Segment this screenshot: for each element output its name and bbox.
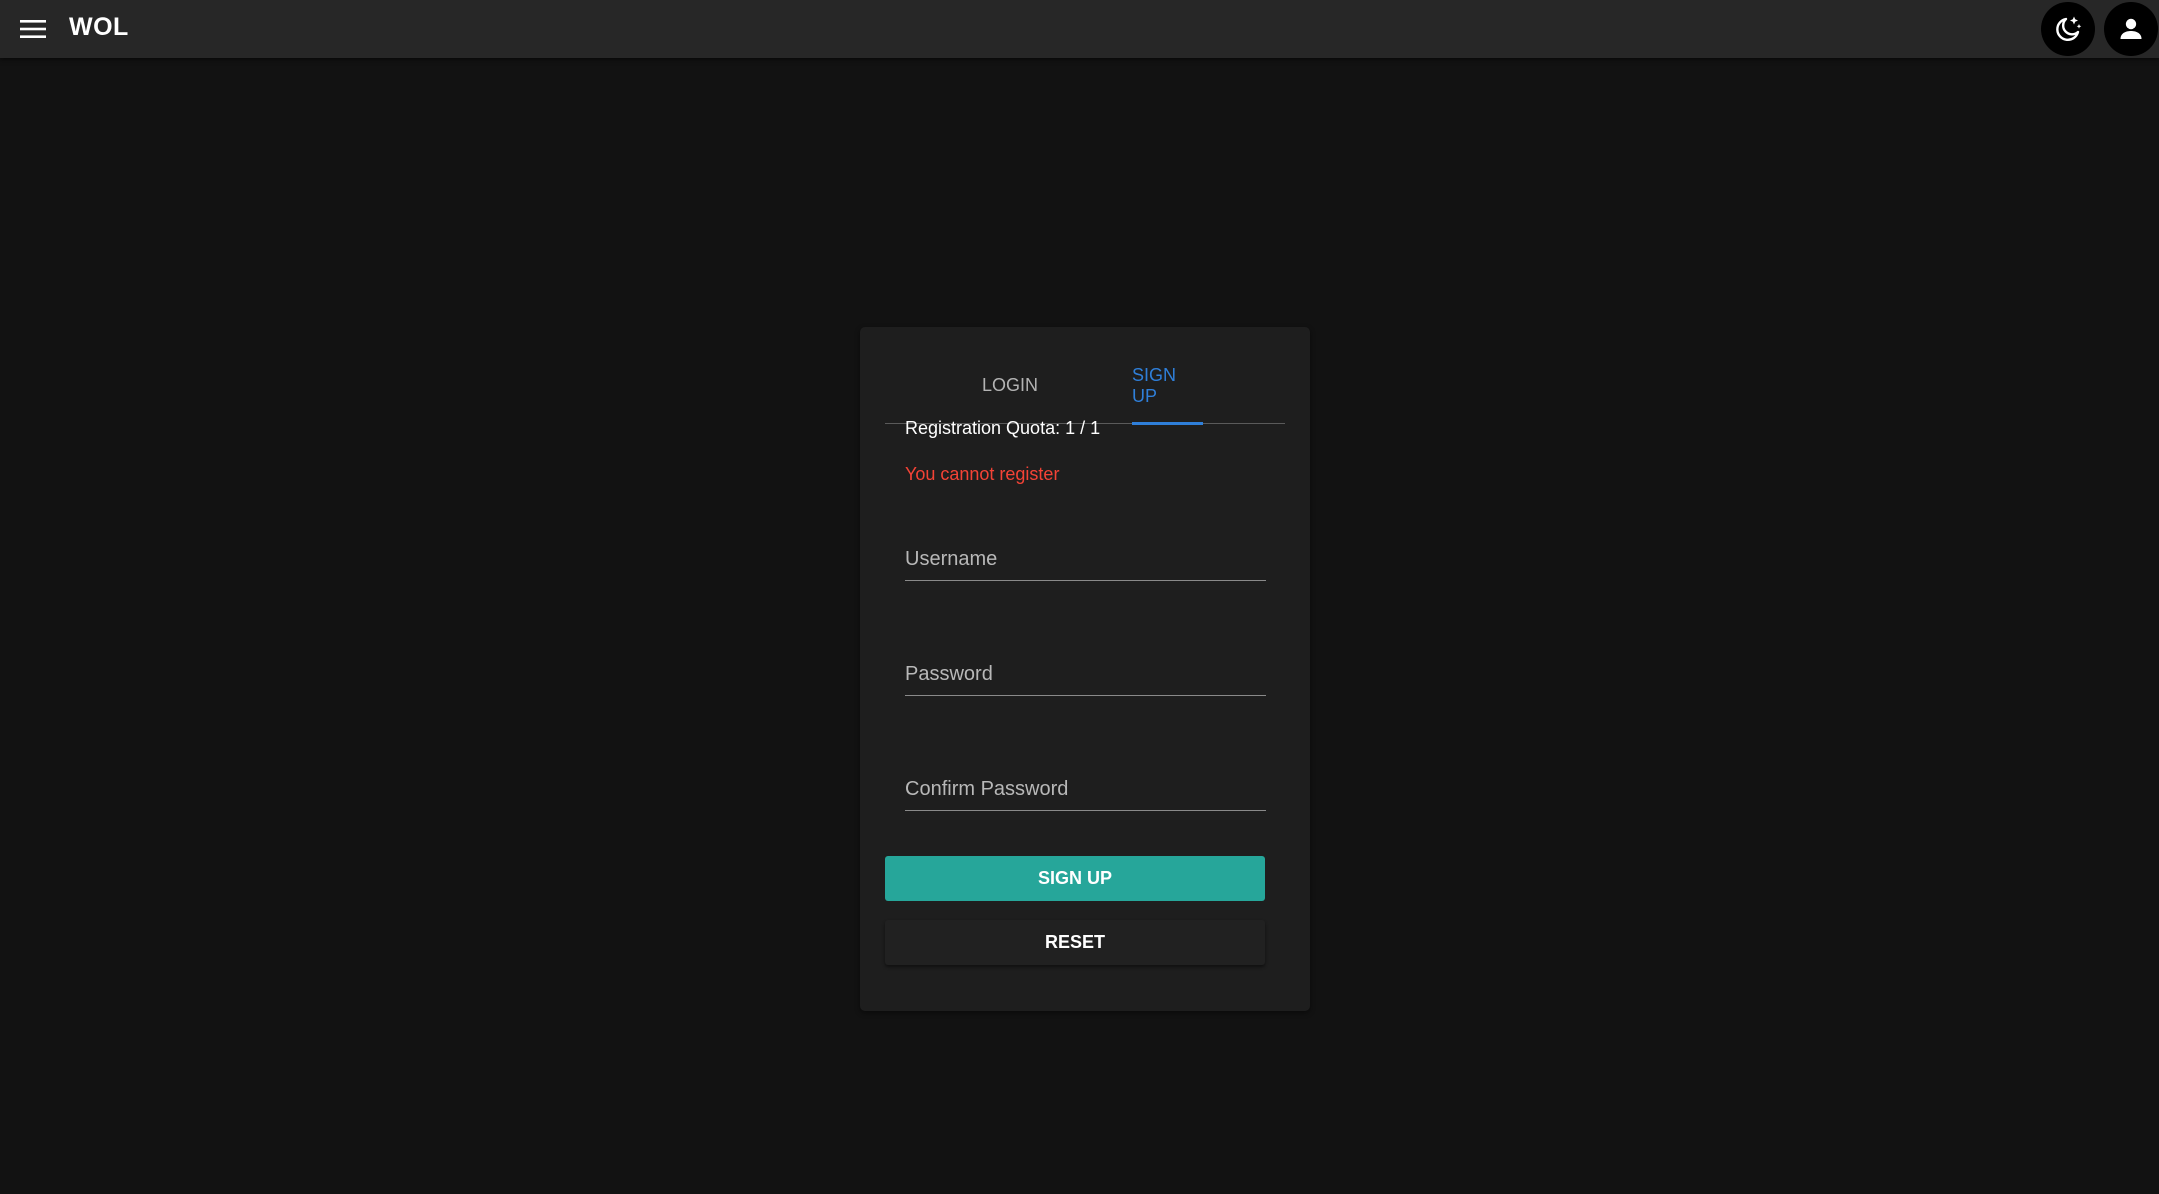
- username-field: [905, 531, 1266, 581]
- app-title: WOL: [69, 13, 129, 41]
- menu-icon: [20, 20, 46, 38]
- tab-login[interactable]: LOGIN: [940, 347, 1080, 424]
- auth-card: LOGIN SIGN UP Registration Quota: 1 / 1 …: [860, 327, 1310, 1011]
- reset-button[interactable]: RESET: [885, 920, 1265, 965]
- menu-button[interactable]: [15, 11, 51, 47]
- signup-button[interactable]: SIGN UP: [885, 856, 1265, 901]
- account-button[interactable]: [2104, 2, 2158, 56]
- app-bar: WOL: [0, 0, 2159, 58]
- confirm-password-field: [905, 761, 1266, 811]
- theme-toggle-button[interactable]: [2041, 2, 2095, 56]
- password-field: [905, 646, 1266, 696]
- confirm-password-input[interactable]: [905, 761, 1266, 810]
- username-input[interactable]: [905, 531, 1266, 580]
- error-message: You cannot register: [905, 464, 1060, 484]
- auth-tabs: LOGIN SIGN UP: [885, 347, 1285, 425]
- moon-stars-icon: [2056, 16, 2082, 42]
- password-input[interactable]: [905, 646, 1266, 695]
- registration-quota: Registration Quota: 1 / 1: [905, 418, 1101, 438]
- active-tab-indicator: [1132, 421, 1203, 425]
- tab-signup[interactable]: SIGN UP: [1132, 347, 1203, 424]
- account-icon: [2120, 18, 2142, 39]
